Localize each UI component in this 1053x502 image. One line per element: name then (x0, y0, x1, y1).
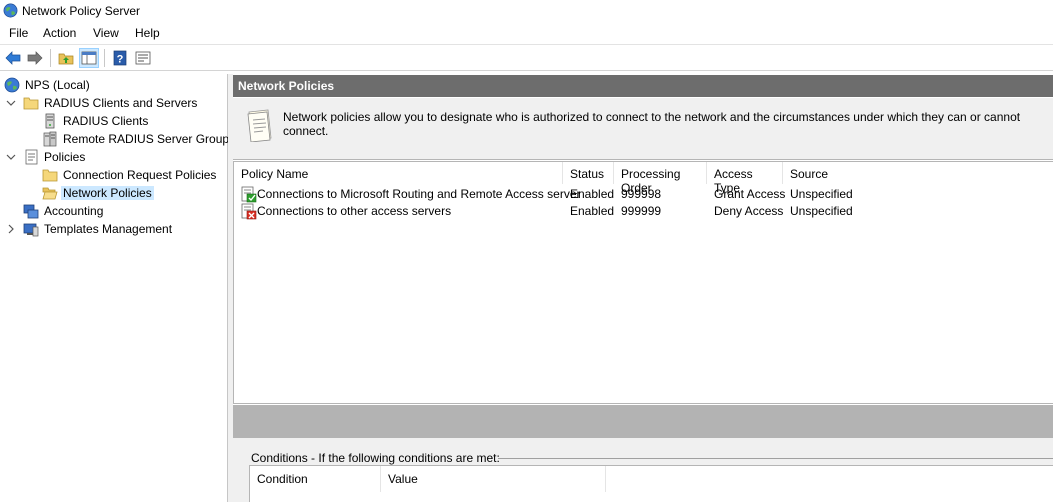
tree-item-policies[interactable]: Policies (0, 148, 228, 166)
show-hide-tree-button[interactable] (79, 48, 99, 68)
accounting-icon (23, 204, 39, 219)
back-arrow-icon (5, 51, 21, 65)
tree-item-radius-clients-and-servers[interactable]: RADIUS Clients and Servers (0, 94, 228, 112)
tree-label: RADIUS Clients and Servers (44, 96, 198, 110)
tree-label: RADIUS Clients (63, 114, 149, 128)
chevron-right-icon[interactable] (6, 224, 16, 234)
chevron-down-icon[interactable] (6, 152, 16, 162)
properties-button[interactable] (133, 48, 153, 68)
tree-item-nps-local[interactable]: NPS (Local) (0, 76, 228, 94)
show-hide-tree-icon (81, 51, 97, 65)
tree-label: Connection Request Policies (63, 168, 217, 182)
forward-arrow-icon (27, 51, 43, 65)
back-button[interactable] (3, 48, 23, 68)
grant-policy-icon (241, 186, 257, 203)
conditions-table: Condition Value (249, 465, 1053, 502)
tree-item-accounting[interactable]: Accounting (0, 202, 228, 220)
open-folder-icon (42, 187, 58, 200)
content-pane: Network Policies Network policies allow … (233, 74, 1053, 502)
up-folder-icon (58, 53, 74, 65)
title-bar: Network Policy Server (0, 0, 1053, 22)
folder-icon (23, 97, 39, 110)
description-text: Network policies allow you to designate … (283, 110, 1021, 138)
chevron-down-icon[interactable] (6, 98, 16, 108)
policy-source: Unspecified (790, 204, 853, 218)
help-icon: ? (113, 50, 127, 66)
tree-item-connection-request-policies[interactable]: Connection Request Policies (0, 166, 228, 184)
tree-label: Templates Management (44, 222, 173, 236)
properties-icon (135, 51, 151, 65)
table-row[interactable]: Connections to Microsoft Routing and Rem… (234, 186, 1053, 203)
tree-label: NPS (Local) (25, 78, 90, 92)
menu-file[interactable]: File (7, 26, 30, 40)
tree-label: Network Policies (61, 186, 154, 200)
help-button[interactable]: ? (110, 48, 130, 68)
column-condition[interactable]: Condition (250, 466, 381, 492)
console-tree: NPS (Local) RADIUS Clients and Servers R… (0, 74, 235, 502)
conditions-label: Conditions - If the following conditions… (251, 451, 500, 465)
policy-name: Connections to Microsoft Routing and Rem… (257, 187, 581, 201)
window-title: Network Policy Server (22, 4, 141, 18)
toolbar-separator (104, 49, 105, 67)
tree-item-templates-management[interactable]: Templates Management (0, 220, 228, 238)
policy-document-icon (25, 149, 38, 165)
menu-bar: File Action View Help (0, 23, 1053, 43)
tree-item-radius-clients[interactable]: RADIUS Clients (0, 112, 228, 130)
column-source[interactable]: Source (783, 162, 858, 184)
column-value[interactable]: Value (381, 466, 606, 492)
column-access-type[interactable]: Access Type (707, 162, 783, 195)
folder-icon (42, 169, 58, 182)
column-processing-order[interactable]: Processing Order (614, 162, 707, 195)
document-icon (247, 109, 272, 142)
toolbar: ? (0, 44, 1053, 71)
globe-icon (4, 77, 20, 93)
column-policy-name[interactable]: Policy Name (234, 162, 563, 184)
menu-help[interactable]: Help (133, 26, 162, 40)
forward-button[interactable] (25, 48, 45, 68)
column-status[interactable]: Status (563, 162, 614, 184)
divider (498, 458, 1053, 459)
description-panel: Network policies allow you to designate … (233, 98, 1053, 160)
policy-order: 999999 (621, 204, 662, 218)
tree-label: Accounting (44, 204, 104, 218)
tree-label: Remote RADIUS Server Groups (63, 132, 236, 146)
policy-status: Enabled (570, 204, 615, 218)
tree-label: Policies (44, 150, 86, 164)
server-group-icon (43, 131, 57, 147)
conditions-panel: Conditions - If the following conditions… (233, 438, 1053, 502)
policy-list: Policy Name Status Processing Order Acce… (233, 161, 1053, 404)
policy-source: Unspecified (790, 187, 853, 201)
policy-status: Enabled (570, 187, 615, 201)
tree-item-network-policies[interactable]: Network Policies (0, 184, 228, 202)
tree-item-remote-radius-server-groups[interactable]: Remote RADIUS Server Groups (0, 130, 235, 148)
table-row[interactable]: Connections to other access servers Enab… (234, 203, 1053, 220)
policy-name: Connections to other access servers (257, 204, 452, 218)
menu-action[interactable]: Action (41, 26, 78, 40)
policy-access: Deny Access (714, 204, 784, 218)
details-header-band (233, 405, 1053, 438)
policy-order: 999998 (621, 187, 662, 201)
server-icon (45, 113, 55, 129)
svg-text:?: ? (117, 54, 124, 66)
deny-policy-icon (241, 203, 257, 220)
templates-icon (23, 223, 39, 237)
page-title: Network Policies (233, 75, 1053, 97)
globe-app-icon (3, 3, 18, 18)
menu-view[interactable]: View (91, 26, 121, 40)
policy-access: Grant Access (714, 187, 786, 201)
toolbar-separator (50, 49, 51, 67)
up-button[interactable] (56, 48, 76, 68)
list-header: Policy Name Status Processing Order Acce… (234, 162, 1053, 195)
